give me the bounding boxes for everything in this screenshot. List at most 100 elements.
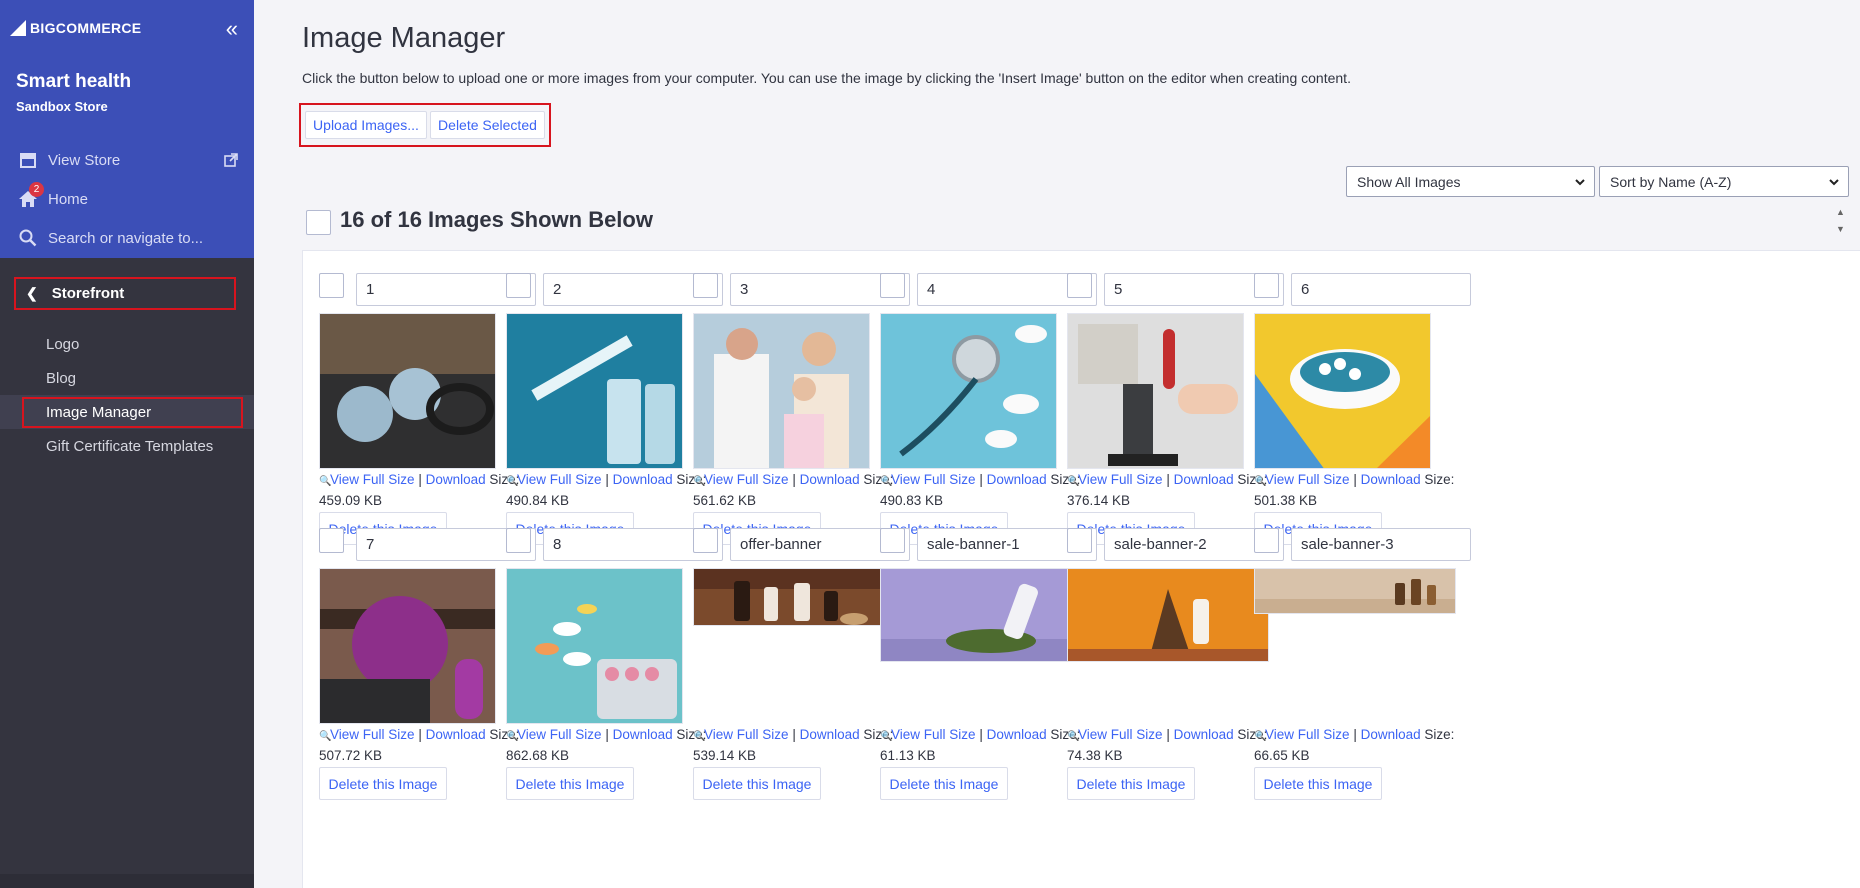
image-select-checkbox[interactable] (1254, 273, 1279, 298)
image-select-checkbox[interactable] (693, 273, 718, 298)
image-thumbnail[interactable] (506, 313, 683, 469)
view-full-size-link[interactable]: View Full Size (1265, 727, 1350, 742)
download-link[interactable]: Download (1174, 472, 1234, 487)
home-link[interactable]: 2 Home (16, 182, 89, 211)
delete-image-button[interactable]: Delete this Image (506, 767, 634, 800)
image-size: 66.65 KB (1254, 748, 1310, 763)
thumbnail-graphic (1068, 569, 1268, 661)
bigcommerce-logo[interactable]: BIGCOMMERCE (10, 20, 141, 36)
image-thumbnail[interactable] (880, 313, 1057, 469)
action-buttons: Upload Images... Delete Selected (299, 103, 551, 147)
zoom-icon: 🔍 (1254, 731, 1267, 742)
image-thumbnail[interactable] (693, 568, 895, 626)
sort-select[interactable]: Sort by Name (A-Z) (1599, 166, 1849, 197)
download-link[interactable]: Download (1361, 727, 1421, 742)
logo-text: BIGCOMMERCE (30, 20, 142, 36)
sidebar-item-blog[interactable]: Blog (46, 370, 76, 387)
download-link[interactable]: Download (1361, 472, 1421, 487)
image-select-checkbox[interactable] (319, 273, 344, 298)
view-full-size-link[interactable]: View Full Size (1078, 727, 1163, 742)
sidebar-header: BIGCOMMERCE « Smart health Sandbox Store… (0, 0, 254, 258)
store-type: Sandbox Store (16, 99, 108, 114)
link-separator: | (792, 472, 796, 487)
image-thumbnail[interactable] (1067, 568, 1269, 662)
home-icon: 2 (16, 182, 44, 211)
download-link[interactable]: Download (426, 727, 486, 742)
download-link[interactable]: Download (613, 727, 673, 742)
image-select-checkbox[interactable] (506, 273, 531, 298)
view-full-size-link[interactable]: View Full Size (1265, 472, 1350, 487)
link-separator: | (1166, 472, 1170, 487)
image-size: 862.68 KB (506, 748, 570, 763)
upload-images-button[interactable]: Upload Images... (305, 111, 427, 139)
view-full-size-link[interactable]: View Full Size (517, 472, 602, 487)
image-select-checkbox[interactable] (1067, 273, 1092, 298)
view-full-size-link[interactable]: View Full Size (330, 472, 415, 487)
thumbnail-graphic (320, 569, 495, 723)
view-full-size-link[interactable]: View Full Size (330, 727, 415, 742)
delete-image-button[interactable]: Delete this Image (880, 767, 1008, 800)
image-meta: 🔍View Full Size | Download Size: 561.62 … (693, 470, 909, 510)
image-thumbnail[interactable] (693, 313, 870, 469)
download-link[interactable]: Download (987, 727, 1047, 742)
download-link[interactable]: Download (426, 472, 486, 487)
zoom-icon: 🔍 (319, 731, 332, 742)
search-navigate[interactable]: Search or navigate to... (16, 226, 203, 250)
image-thumbnail[interactable] (880, 568, 1082, 662)
download-link[interactable]: Download (613, 472, 673, 487)
download-link[interactable]: Download (987, 472, 1047, 487)
image-select-checkbox[interactable] (880, 273, 905, 298)
select-all-checkbox[interactable] (306, 210, 331, 235)
view-full-size-link[interactable]: View Full Size (891, 472, 976, 487)
scroll-down-icon[interactable]: ▼ (1836, 224, 1845, 234)
image-select-checkbox[interactable] (506, 528, 531, 553)
sidebar-item-logo[interactable]: Logo (46, 336, 79, 353)
download-link[interactable]: Download (1174, 727, 1234, 742)
search-placeholder: Search or navigate to... (48, 229, 204, 247)
image-name-field[interactable] (1291, 528, 1471, 561)
image-thumbnail[interactable] (319, 313, 496, 469)
external-link-icon[interactable] (224, 153, 238, 172)
thumbnail-graphic (881, 314, 1056, 468)
page-description: Click the button below to upload one or … (302, 70, 1351, 86)
link-separator: | (418, 727, 422, 742)
filter-select[interactable]: Show All Images (1346, 166, 1595, 197)
delete-image-button[interactable]: Delete this Image (319, 767, 447, 800)
sort-select-value: Sort by Name (A-Z) (1610, 173, 1732, 190)
image-select-checkbox[interactable] (693, 528, 718, 553)
image-select-checkbox[interactable] (1067, 528, 1092, 553)
image-size: 507.72 KB (319, 748, 383, 763)
delete-image-button[interactable]: Delete this Image (1067, 767, 1195, 800)
download-link[interactable]: Download (800, 727, 860, 742)
view-full-size-link[interactable]: View Full Size (891, 727, 976, 742)
image-select-checkbox[interactable] (319, 528, 344, 553)
zoom-icon: 🔍 (693, 476, 706, 487)
view-full-size-link[interactable]: View Full Size (704, 727, 789, 742)
image-thumbnail[interactable] (1067, 313, 1244, 469)
image-thumbnail[interactable] (1254, 313, 1431, 469)
image-thumbnail[interactable] (506, 568, 683, 724)
storefront-back-button[interactable]: ❮ Storefront (14, 277, 236, 310)
sidebar-item-image-manager[interactable]: Image Manager (22, 397, 243, 428)
collapse-sidebar-icon[interactable]: « (226, 18, 238, 40)
delete-image-button[interactable]: Delete this Image (693, 767, 821, 800)
delete-image-button[interactable]: Delete this Image (1254, 767, 1382, 800)
view-full-size-link[interactable]: View Full Size (1078, 472, 1163, 487)
image-name-field[interactable] (1291, 273, 1471, 306)
image-select-checkbox[interactable] (880, 528, 905, 553)
image-thumbnail[interactable] (1254, 568, 1456, 614)
view-full-size-link[interactable]: View Full Size (517, 727, 602, 742)
image-select-checkbox[interactable] (1254, 528, 1279, 553)
home-label: Home (48, 190, 89, 208)
image-meta: 🔍View Full Size | Download Size: 490.83 … (880, 470, 1096, 510)
size-label: Size: (1424, 727, 1455, 742)
image-thumbnail[interactable] (319, 568, 496, 724)
view-full-size-link[interactable]: View Full Size (704, 472, 789, 487)
sidebar-item-gift-certificate-templates[interactable]: Gift Certificate Templates (46, 438, 213, 455)
scroll-up-icon[interactable]: ▲ (1836, 207, 1845, 217)
delete-selected-button[interactable]: Delete Selected (429, 111, 545, 139)
thumbnail-graphic (507, 569, 682, 723)
download-link[interactable]: Download (800, 472, 860, 487)
image-size: 376.14 KB (1067, 493, 1131, 508)
view-store-link[interactable]: View Store (16, 148, 120, 172)
